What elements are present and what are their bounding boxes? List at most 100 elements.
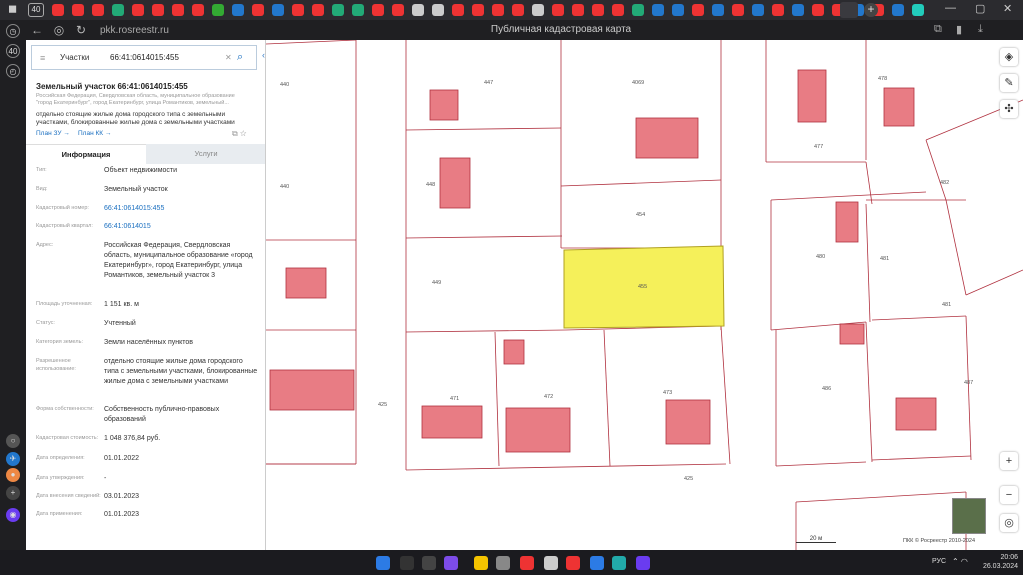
tab-favicon-icon[interactable] (52, 4, 64, 16)
close-icon[interactable]: ✕ (1003, 2, 1012, 15)
satellite-minimap[interactable] (952, 498, 986, 534)
tab-favicon-icon[interactable] (92, 4, 104, 16)
explorer-icon[interactable] (474, 556, 488, 570)
tab-favicon-icon[interactable] (112, 4, 124, 16)
parcel-label[interactable]: 455 (638, 284, 647, 290)
tab-favicon-icon[interactable] (252, 4, 264, 16)
tab-favicon-icon[interactable] (152, 4, 164, 16)
teams-icon[interactable] (444, 556, 458, 570)
parcel-label[interactable]: 477 (814, 144, 823, 150)
tab-favicon-icon[interactable] (772, 4, 784, 16)
tab-favicon-icon[interactable] (592, 4, 604, 16)
edge-icon[interactable] (612, 556, 626, 570)
history-icon[interactable]: ◷ (6, 24, 20, 38)
tab-favicon-icon[interactable] (212, 4, 224, 16)
tab-favicon-icon[interactable] (512, 4, 524, 16)
parcel-label[interactable]: 454 (636, 212, 645, 218)
download-icon[interactable]: ⤓ (978, 23, 983, 36)
language-indicator[interactable]: РУС (932, 558, 946, 565)
start-icon[interactable] (376, 556, 390, 570)
tab-favicon-icon[interactable] (192, 4, 204, 16)
tab-favicon-icon[interactable] (412, 4, 424, 16)
parcel-label[interactable]: 4069 (632, 80, 644, 86)
cadastral-map[interactable]: 440 447 4069 477 478 440 448 454 480 481 482 449 455… (266, 40, 1023, 550)
taskview-icon[interactable] (422, 556, 436, 570)
parcel-label[interactable]: 482 (940, 180, 949, 186)
parcel-label[interactable]: 487 (964, 380, 973, 386)
plan-kk-link[interactable]: План КК → (78, 130, 111, 137)
tab-favicon-icon[interactable] (132, 4, 144, 16)
tab-favicon-icon[interactable] (612, 4, 624, 16)
tab-favicon-icon[interactable] (352, 4, 364, 16)
tab-favicon-icon[interactable] (72, 4, 84, 16)
search-icon[interactable]: ⌕ (237, 51, 253, 64)
new-tab-button[interactable]: + (864, 3, 878, 17)
add-panel-icon[interactable]: + (6, 486, 20, 500)
minimize-icon[interactable]: — (945, 2, 956, 14)
app-menu-icon[interactable]: ◼ (8, 2, 17, 15)
tab-favicon-icon[interactable] (332, 4, 344, 16)
tab-favicon-icon[interactable] (312, 4, 324, 16)
tab-favicon-icon[interactable] (432, 4, 444, 16)
parcel-label[interactable]: 471 (450, 396, 459, 402)
plan-zu-link[interactable]: План ЗУ → (36, 130, 70, 137)
ruler-icon[interactable]: ✎ (1000, 74, 1018, 92)
url-field[interactable]: pkk.rosreestr.ru (100, 25, 169, 36)
parcel-label[interactable]: 449 (432, 280, 441, 286)
tab-favicon-icon[interactable] (272, 4, 284, 16)
search-taskbar-icon[interactable] (400, 556, 414, 570)
tab-information[interactable]: Информация (26, 144, 146, 164)
tab-favicon-icon[interactable] (572, 4, 584, 16)
yandex-icon[interactable] (566, 556, 580, 570)
tab-favicon-icon[interactable] (632, 4, 644, 16)
messenger-icon[interactable]: ✈ (6, 452, 20, 466)
copy-icon[interactable]: ⧉ (232, 129, 238, 138)
wifi-icon[interactable]: ⌃ ◠ (952, 557, 968, 566)
tab-favicon-icon[interactable] (892, 4, 904, 16)
tab-manager-icon[interactable]: ◎ (48, 23, 70, 37)
parcel-label[interactable]: 440 (280, 184, 289, 190)
app-icon[interactable]: ● (6, 468, 20, 482)
tab-favicon-icon[interactable] (912, 4, 924, 16)
clock[interactable]: 20:06 26.03.2024 (982, 553, 1018, 571)
alice-icon[interactable]: ○ (6, 434, 20, 448)
tab-favicon-icon[interactable] (492, 4, 504, 16)
share-icon[interactable]: ⧉ (934, 23, 942, 36)
attribute-value[interactable]: 66:41:0614015:455 (104, 204, 259, 214)
parcel-label[interactable]: 472 (544, 394, 553, 400)
tab-favicon-icon[interactable] (712, 4, 724, 16)
clear-icon[interactable]: ✕ (225, 53, 237, 62)
tab-favicon-icon[interactable] (172, 4, 184, 16)
parcel-label[interactable]: 480 (816, 254, 825, 260)
zoom-out-button[interactable]: − (1000, 486, 1018, 504)
tab-favicon-icon[interactable] (552, 4, 564, 16)
tab-favicon-icon[interactable] (472, 4, 484, 16)
parcel-label[interactable]: 486 (822, 386, 831, 392)
tab-favicon-icon[interactable] (532, 4, 544, 16)
zoom-in-button[interactable]: + (1000, 452, 1018, 470)
maximize-icon[interactable]: ▢ (975, 2, 985, 15)
search-input[interactable]: 66:41:0614015:455 (110, 53, 225, 62)
bookmark-icon[interactable]: ▮ (956, 23, 962, 36)
search-box[interactable]: ≡ Участки 66:41:0614015:455 ✕ ⌕ (31, 45, 257, 70)
store-icon[interactable] (544, 556, 558, 570)
tab-favicon-icon[interactable] (652, 4, 664, 16)
tab-favicon-icon[interactable] (452, 4, 464, 16)
tab-favicon-icon[interactable] (372, 4, 384, 16)
favorite-icon[interactable]: ☆ (240, 129, 247, 138)
compass-icon[interactable]: ✣ (1000, 100, 1018, 118)
tab-favicon-icon[interactable] (732, 4, 744, 16)
map-canvas[interactable]: 440 447 4069 477 478 440 448 454 480 481 482 449 455… (266, 40, 1023, 550)
parcel-label[interactable]: 478 (878, 76, 887, 82)
parcel-label[interactable]: 425 (684, 476, 693, 482)
back-icon[interactable]: ← (26, 23, 48, 37)
parcel-label[interactable]: 473 (663, 390, 672, 396)
tab-favicon-icon[interactable] (672, 4, 684, 16)
tabs-count-icon[interactable]: 40 (6, 44, 20, 58)
tab-favicon-icon[interactable] (792, 4, 804, 16)
tab-favicon-icon[interactable] (392, 4, 404, 16)
parcel-label[interactable]: 481 (880, 256, 889, 262)
clock-icon[interactable]: ◴ (6, 64, 20, 78)
parcel-label[interactable]: 447 (484, 80, 493, 86)
browser-taskbar-icon[interactable] (636, 556, 650, 570)
